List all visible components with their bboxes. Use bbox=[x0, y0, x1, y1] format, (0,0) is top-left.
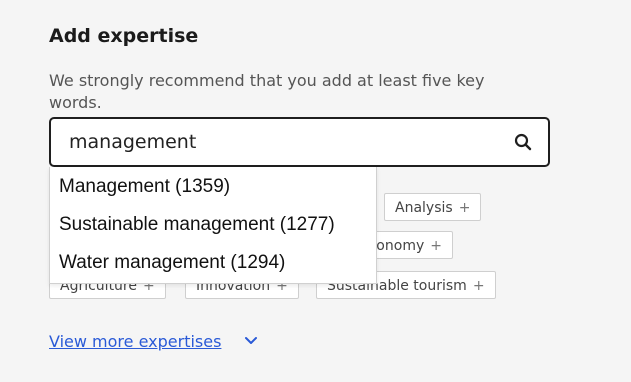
suggestion-option[interactable]: Management (1359) bbox=[59, 176, 230, 198]
add-expertise-panel: Add expertise We strongly recommend that… bbox=[0, 0, 631, 382]
search-icon[interactable] bbox=[514, 133, 532, 151]
suggestions-dropdown: Management (1359) Sustainable management… bbox=[49, 167, 377, 284]
view-more-expertises-link[interactable]: View more expertises bbox=[49, 332, 221, 351]
suggestion-option[interactable]: Sustainable management (1277) bbox=[59, 214, 335, 236]
help-text: We strongly recommend that you add at le… bbox=[49, 71, 485, 112]
suggestion-option[interactable]: Water management (1294) bbox=[59, 252, 285, 274]
tag-chip[interactable]: Analysis + bbox=[384, 193, 482, 221]
expertise-search-input[interactable] bbox=[69, 119, 489, 165]
tag-label: Analysis bbox=[395, 200, 453, 216]
expertise-search-box[interactable] bbox=[49, 117, 550, 167]
add-tag-icon: + bbox=[458, 200, 471, 216]
add-tag-icon: + bbox=[430, 238, 442, 254]
section-title: Add expertise bbox=[49, 25, 199, 47]
chevron-down-icon[interactable] bbox=[244, 334, 258, 348]
add-tag-icon: + bbox=[472, 278, 485, 294]
